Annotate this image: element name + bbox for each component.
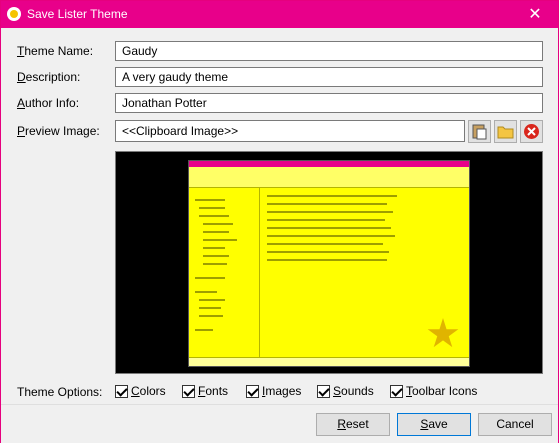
toolbar-icons-checkbox[interactable] (390, 384, 403, 398)
option-colors[interactable]: Colors (115, 384, 166, 398)
theme-name-label: Theme Name: (17, 44, 94, 58)
description-label: Description: (17, 70, 81, 84)
app-icon (7, 7, 21, 21)
fonts-label: Fonts (198, 384, 229, 398)
toolbar-icons-label: Toolbar Icons (406, 384, 478, 398)
option-sounds[interactable]: Sounds (317, 384, 374, 398)
option-fonts[interactable]: Fonts (182, 384, 228, 398)
title-bar: Save Lister Theme ✕ (1, 1, 558, 28)
colors-label: Colors (131, 384, 166, 398)
sounds-label: Sounds (333, 384, 374, 398)
preview-image (115, 151, 543, 374)
cancel-button[interactable]: Cancel (478, 413, 552, 436)
button-bar (1, 404, 558, 443)
close-icon[interactable]: ✕ (512, 1, 558, 28)
images-checkbox[interactable] (246, 384, 259, 398)
paste-icon (472, 124, 487, 140)
window-title: Save Lister Theme (27, 7, 128, 21)
browse-button[interactable] (494, 120, 517, 143)
sounds-checkbox[interactable] (317, 384, 330, 398)
clear-button[interactable] (520, 120, 543, 143)
paste-button[interactable] (468, 120, 491, 143)
option-toolbar-icons[interactable]: Toolbar Icons (390, 384, 477, 398)
fonts-checkbox[interactable] (182, 384, 195, 398)
colors-checkbox[interactable] (115, 384, 128, 398)
option-images[interactable]: Images (246, 384, 301, 398)
preview-image-input[interactable]: <<Clipboard Image>> (115, 120, 465, 142)
save-button[interactable]: Save (397, 413, 471, 436)
author-input[interactable]: Jonathan Potter (115, 93, 543, 113)
folder-icon (497, 126, 514, 139)
reset-button[interactable]: Reset (316, 413, 390, 436)
author-label: Author Info: (17, 96, 80, 110)
preview-image-label: Preview Image: (17, 124, 100, 138)
description-input[interactable]: A very gaudy theme (115, 67, 543, 87)
dialog-window: Save Lister Theme ✕ Theme Name: Gaudy De… (0, 0, 559, 443)
clear-icon (524, 124, 539, 139)
theme-options-label: Theme Options: (17, 385, 103, 399)
theme-preview-thumbnail (188, 160, 470, 367)
star-logo-icon (427, 318, 459, 348)
theme-name-input[interactable]: Gaudy (115, 41, 543, 61)
images-label: Images (262, 384, 302, 398)
